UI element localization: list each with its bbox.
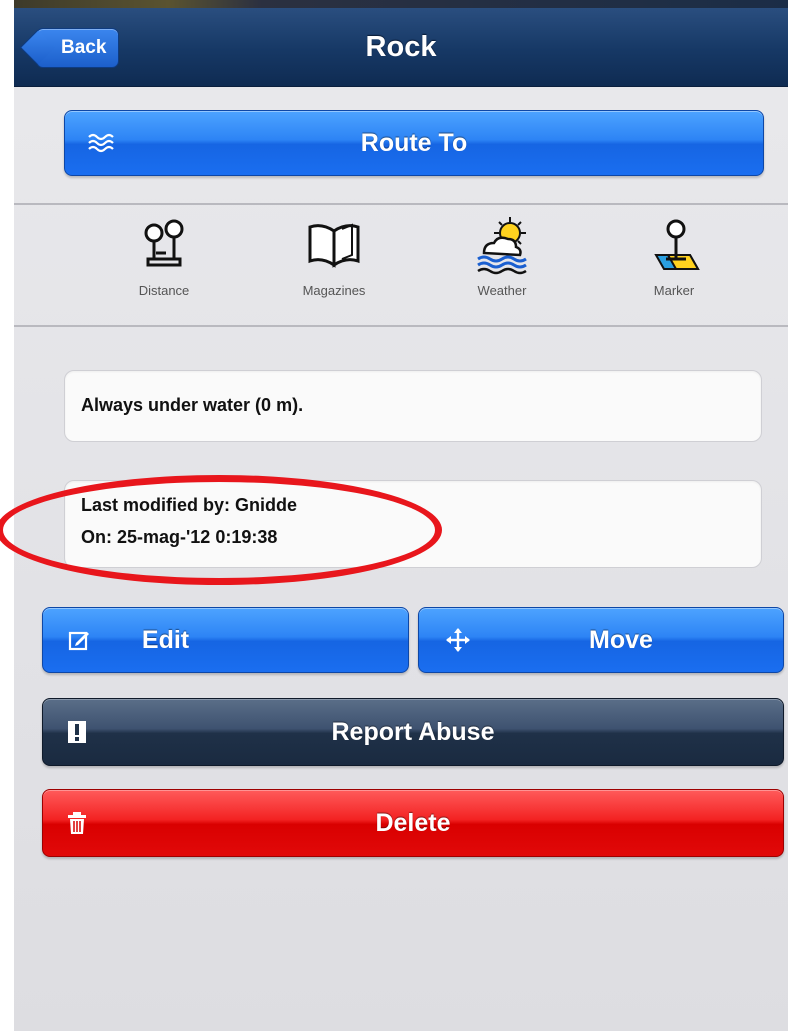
modified-on-text: On: 25-mag-'12 0:19:38 [81,527,278,547]
tool-label: Distance [138,283,190,298]
route-to-label: Route To [360,128,468,157]
distance-icon [134,215,194,275]
report-abuse-label: Report Abuse [331,717,495,746]
route-to-button[interactable]: Route To [64,110,764,176]
tool-label: Marker [653,283,695,298]
tool-marker[interactable]: Marker [614,215,734,315]
tool-magazines[interactable]: Magazines [274,215,394,315]
marker-pin-icon [644,215,704,275]
move-label: Move [589,625,653,654]
navigation-bar: Rock Back [14,8,788,87]
description-text: Always under water (0 m). [81,395,304,415]
status-strip [14,0,788,8]
page-title: Rock [365,31,437,63]
weather-icon [472,215,532,275]
delete-label: Delete [375,808,451,837]
tool-bar: Distance Magazines Weather Marker [14,205,788,327]
modified-info-card: Last modified by: Gnidde On: 25-mag-'12 … [64,480,762,568]
tool-distance[interactable]: Distance [104,215,224,315]
back-button[interactable]: Back [36,28,120,68]
route-section: Route To [14,86,788,205]
tool-weather[interactable]: Weather [442,215,562,315]
move-button[interactable]: Move [418,607,784,673]
description-card: Always under water (0 m). [64,370,762,442]
edit-button[interactable]: Edit [42,607,409,673]
tool-label: Magazines [302,283,366,298]
modified-by-text: Last modified by: Gnidde [81,495,298,515]
tool-label: Weather [477,283,527,298]
book-icon [304,215,364,275]
delete-button[interactable]: Delete [42,789,784,857]
report-abuse-button[interactable]: Report Abuse [42,698,784,766]
edit-label: Edit [141,625,190,654]
screen: Rock Back Route To Distance Magazines We… [14,0,788,1031]
